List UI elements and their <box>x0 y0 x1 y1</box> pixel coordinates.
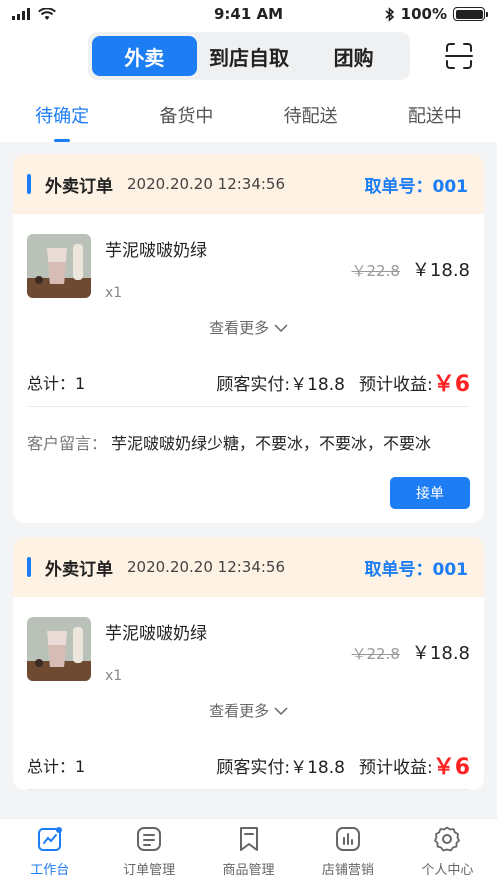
battery-icon <box>453 7 488 21</box>
product-image <box>27 617 91 681</box>
original-price: ￥22.8 <box>351 645 400 663</box>
tab-pending-confirm[interactable]: 待确定 <box>0 90 124 142</box>
accept-order-button[interactable]: 接单 <box>390 477 470 509</box>
accent-bar <box>27 174 31 194</box>
nav-profile[interactable]: 个人中心 <box>398 819 497 883</box>
order-status-tabs: 待确定 备货中 待配送 配送中 <box>0 90 497 142</box>
bluetooth-icon <box>385 6 394 22</box>
sale-price: ￥18.8 <box>411 643 470 664</box>
order-summary: 总计：1 顾客实付:￥18.8 预计收益: ￥6 <box>13 358 484 406</box>
order-list: 外卖订单 2020.20.20 12:34:56 取单号：001 芋泥啵啵奶绿 … <box>0 142 497 818</box>
sale-price: ￥18.8 <box>411 260 470 281</box>
view-more-label: 查看更多 <box>209 319 270 337</box>
product-image <box>27 234 91 298</box>
tab-delivering[interactable]: 配送中 <box>373 90 497 142</box>
chevron-down-icon <box>274 324 288 333</box>
status-right: 100% <box>365 5 488 23</box>
product-quantity: x1 <box>105 285 123 301</box>
workbench-icon <box>37 827 62 851</box>
order-summary: 总计：1 顾客实付:￥18.8 预计收益: ￥6 <box>13 741 484 789</box>
nav-label: 订单管理 <box>123 863 176 878</box>
nav-products[interactable]: 商品管理 <box>199 819 298 883</box>
order-card: 外卖订单 2020.20.20 12:34:56 取单号：001 芋泥啵啵奶绿 … <box>13 154 484 523</box>
divider <box>27 789 470 790</box>
wifi-icon <box>38 7 56 20</box>
mode-groupbuy[interactable]: 团购 <box>301 36 406 76</box>
remark-text: 芋泥啵啵奶绿少糖，不要冰，不要冰，不要冰 <box>111 434 432 453</box>
status-time: 9:41 AM <box>213 5 284 23</box>
order-type: 外卖订单 <box>45 176 113 197</box>
income-label: 预计收益: <box>358 374 433 395</box>
order-card-header: 外卖订单 2020.20.20 12:34:56 取单号：001 <box>13 537 484 597</box>
nav-label: 个人中心 <box>421 863 474 878</box>
mode-pickup[interactable]: 到店自取 <box>197 36 302 76</box>
nav-label: 工作台 <box>30 863 70 878</box>
nav-orders[interactable]: 订单管理 <box>99 819 198 883</box>
order-total-count: 总计：1 <box>27 374 86 393</box>
order-card-header: 外卖订单 2020.20.20 12:34:56 取单号：001 <box>13 154 484 214</box>
order-total-count: 总计：1 <box>27 757 86 776</box>
income-label: 预计收益: <box>358 757 433 778</box>
header: 外卖 到店自取 团购 <box>0 28 497 90</box>
mode-switch: 外卖 到店自取 团购 <box>88 32 410 80</box>
scan-icon[interactable] <box>445 42 473 70</box>
accent-bar <box>27 557 31 577</box>
nav-label: 商品管理 <box>222 863 275 878</box>
signal-icon <box>12 8 30 20</box>
order-card: 外卖订单 2020.20.20 12:34:56 取单号：001 芋泥啵啵奶绿 … <box>13 537 484 790</box>
order-item: 芋泥啵啵奶绿 x1 ￥22.8 ￥18.8 <box>13 214 484 318</box>
pickup-number: 取单号：001 <box>364 559 469 580</box>
remark-label: 客户留言： <box>27 434 108 453</box>
order-icon <box>137 827 162 851</box>
status-bar: 9:41 AM 100% <box>0 0 497 28</box>
mode-delivery[interactable]: 外卖 <box>92 36 197 76</box>
estimated-income: ￥6 <box>432 372 470 397</box>
nav-label: 店铺营销 <box>321 863 374 878</box>
order-time: 2020.20.20 12:34:56 <box>127 558 286 576</box>
tab-preparing[interactable]: 备货中 <box>124 90 248 142</box>
pickup-number: 取单号：001 <box>364 176 469 197</box>
product-icon <box>239 827 258 851</box>
customer-paid: 顾客实付:￥18.8 <box>216 374 345 395</box>
marketing-icon <box>335 827 360 851</box>
customer-remark: 客户留言： 芋泥啵啵奶绿少糖，不要冰，不要冰，不要冰 <box>13 407 484 477</box>
order-item: 芋泥啵啵奶绿 x1 ￥22.8 ￥18.8 <box>13 597 484 701</box>
product-quantity: x1 <box>105 668 123 684</box>
tab-awaiting-delivery[interactable]: 待配送 <box>249 90 373 142</box>
view-more-label: 查看更多 <box>209 702 270 720</box>
nav-marketing[interactable]: 店铺营销 <box>298 819 397 883</box>
original-price: ￥22.8 <box>351 262 400 280</box>
chevron-down-icon <box>274 707 288 716</box>
settings-icon <box>434 826 461 852</box>
order-time: 2020.20.20 12:34:56 <box>127 175 286 193</box>
nav-workbench[interactable]: 工作台 <box>0 819 99 883</box>
view-more-button[interactable]: 查看更多 <box>13 318 484 358</box>
order-type: 外卖订单 <box>45 559 113 580</box>
view-more-button[interactable]: 查看更多 <box>13 701 484 741</box>
bottom-nav: 工作台 订单管理 商品管理 店铺营销 个人中心 <box>0 818 497 883</box>
battery-percent: 100% <box>400 5 447 23</box>
estimated-income: ￥6 <box>432 755 470 780</box>
signal-wifi-group <box>12 7 132 21</box>
customer-paid: 顾客实付:￥18.8 <box>216 757 345 778</box>
